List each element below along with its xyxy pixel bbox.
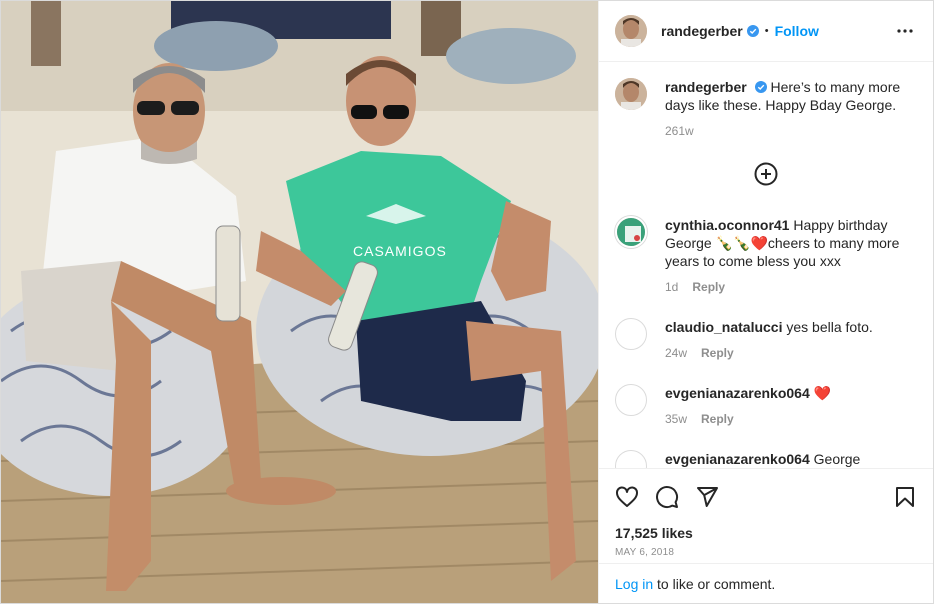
comment-text: yes bella foto. (786, 319, 873, 335)
post-header: randegerber • Follow (599, 1, 933, 62)
author-avatar[interactable] (615, 15, 647, 47)
comment-username[interactable]: evgenianazarenko064 (665, 451, 810, 467)
comment-item: cynthia.oconnor41 Happy birthday George … (615, 216, 917, 296)
author-avatar[interactable] (615, 78, 647, 110)
comment-age: 1d (665, 280, 679, 294)
comments-list[interactable]: randegerber Here’s to many more days lik… (599, 62, 933, 468)
plus-circle-icon[interactable] (754, 162, 778, 186)
comment-text: George (813, 451, 861, 467)
more-options-icon[interactable] (893, 19, 917, 43)
commenter-avatar[interactable] (615, 216, 647, 248)
caption-age: 261w (665, 124, 694, 138)
comment-item: evgenianazarenko064 George (615, 450, 917, 468)
login-prompt: Log in to like or comment. (599, 563, 933, 603)
comment-username[interactable]: evgenianazarenko064 (665, 385, 810, 401)
comment-username[interactable]: claudio_natalucci (665, 319, 782, 335)
reply-button[interactable]: Reply (692, 278, 725, 296)
comment-age: 35w (665, 412, 688, 426)
instagram-post: CASAMIGOS randegerber • Follow randegerb… (0, 0, 934, 604)
bookmark-icon[interactable] (893, 485, 917, 509)
verified-badge-icon (746, 25, 759, 37)
login-prompt-text: to like or comment. (653, 575, 776, 592)
reply-button[interactable]: Reply (701, 344, 734, 362)
commenter-avatar[interactable] (615, 384, 647, 416)
post-side-panel: randegerber • Follow randegerber Here’s … (598, 1, 933, 603)
comment-item: evgenianazarenko064 ❤️ 35w Reply (615, 384, 917, 428)
caption-username[interactable]: randegerber (665, 79, 747, 95)
comment-age: 24w (665, 346, 688, 360)
share-icon[interactable] (695, 485, 719, 509)
shirt-text: CASAMIGOS (353, 243, 447, 259)
caption-row: randegerber Here’s to many more days lik… (615, 78, 917, 140)
author-username[interactable]: randegerber (661, 23, 743, 39)
heart-icon[interactable] (615, 485, 639, 509)
post-photo[interactable]: CASAMIGOS (1, 1, 598, 603)
comment-icon[interactable] (655, 485, 679, 509)
commenter-avatar[interactable] (615, 450, 647, 468)
follow-button[interactable]: Follow (775, 23, 819, 39)
load-more-comments[interactable] (615, 162, 917, 186)
reply-button[interactable]: Reply (701, 410, 734, 428)
verified-badge-icon (754, 81, 767, 93)
post-date: MAY 6, 2018 (615, 547, 675, 558)
separator-dot: • (764, 25, 769, 37)
comment-text: ❤️ (813, 385, 832, 401)
login-link[interactable]: Log in (615, 576, 653, 592)
commenter-avatar[interactable] (615, 318, 647, 350)
comment-item: claudio_natalucci yes bella foto. 24w Re… (615, 318, 917, 362)
likes-count[interactable]: 17,525 likes (615, 525, 917, 541)
comment-username[interactable]: cynthia.oconnor41 (665, 217, 789, 233)
action-bar (615, 469, 917, 525)
